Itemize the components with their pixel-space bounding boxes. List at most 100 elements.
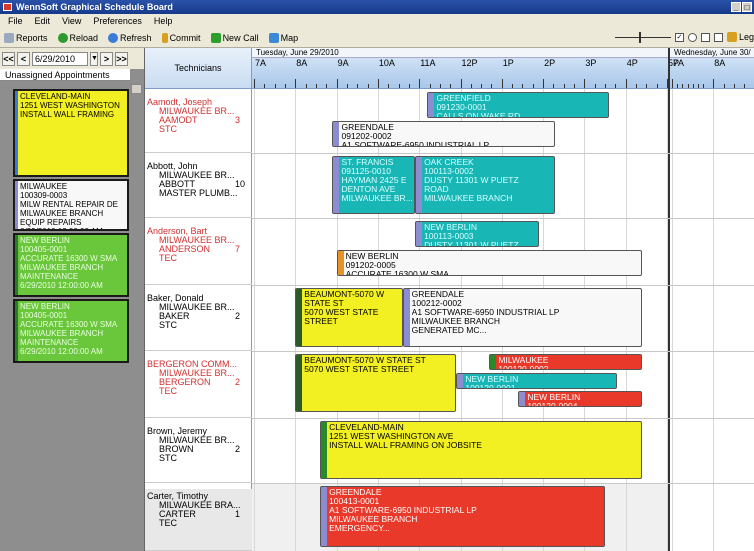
card-stripe xyxy=(15,301,18,361)
appointment-stripe xyxy=(416,157,423,213)
appointment-block[interactable]: GREENDALE 100212-0002 A1 SOFTWARE-6950 IND… xyxy=(402,288,643,347)
card-line: 6/29/2010 12:00:00 AM xyxy=(20,347,103,356)
hour-tick xyxy=(697,84,699,88)
appointment-block[interactable]: MILWAUKEE 100120-0002 xyxy=(489,354,643,370)
refresh-button[interactable]: Refresh xyxy=(108,32,152,43)
hour-label: 12P xyxy=(461,58,478,68)
menu-file[interactable]: File xyxy=(8,16,23,26)
refresh-icon xyxy=(108,32,119,43)
commit-button[interactable]: Commit xyxy=(161,32,201,43)
hour-tick xyxy=(295,79,297,88)
card-line: NEW BERLIN xyxy=(20,302,70,311)
zoom-slider[interactable] xyxy=(614,30,671,44)
appointment-line: 100113-0003 xyxy=(424,232,474,241)
reports-button[interactable]: Reports xyxy=(4,32,48,43)
appointment-line: BEAUMONT-5070 W STATE ST xyxy=(304,356,426,365)
hour-label: 7A xyxy=(255,58,267,68)
legend-button[interactable]: Leg xyxy=(726,32,754,42)
unassigned-card[interactable]: NEW BERLIN 100405-0001 ACCURATE 16300 W SM… xyxy=(13,299,129,363)
technician-cell[interactable]: Carter, Timothy MILWAUKEE BRA... CARTER TEC… xyxy=(145,489,252,551)
appointment-block[interactable]: BEAUMONT-5070 W STATE ST 5070 WEST STATE … xyxy=(295,354,457,412)
row-divider xyxy=(252,483,754,484)
appointment-line: 100120-0001 xyxy=(465,384,516,389)
hour-tick xyxy=(501,79,503,88)
appointment-block[interactable]: BEAUMONT-5070 W STATE ST 5070 WEST STATE ST… xyxy=(295,288,403,347)
technician-cell[interactable]: Baker, Donald MILWAUKEE BR... BAKER STC 2 xyxy=(145,291,252,351)
menu-preferences[interactable]: Preferences xyxy=(93,16,142,26)
map-label: Map xyxy=(280,32,299,43)
hour-tick xyxy=(470,84,472,88)
window-icon[interactable] xyxy=(713,32,723,42)
hour-tick xyxy=(677,84,679,88)
menu-edit[interactable]: Edit xyxy=(35,16,51,26)
first-button[interactable]: << xyxy=(2,51,15,66)
appointment-line: MILWAUKEE BRANCH xyxy=(411,317,500,326)
appointment-line: NEW BERLIN xyxy=(465,375,519,384)
appointment-stripe xyxy=(457,374,464,388)
hour-label: 3P xyxy=(585,58,597,68)
schedule-grid[interactable]: Tuesday, June 29/2010 Wednesday, June 30/… xyxy=(252,48,754,551)
technician-cell[interactable]: Abbott, John MILWAUKEE BR... ABBOTT MASTER … xyxy=(145,159,252,218)
hour-label: 10A xyxy=(378,58,395,68)
hour-tick xyxy=(336,79,338,88)
hour-tick xyxy=(419,79,421,88)
new-call-button[interactable]: New Call xyxy=(210,32,259,43)
checkbox-icon[interactable]: ✓ xyxy=(674,32,684,42)
card-line: MILWAUKEE BRANCH xyxy=(20,263,104,272)
appointment-line: 100212-0002 xyxy=(411,299,462,308)
radio-icon[interactable] xyxy=(687,32,697,42)
technician-cell[interactable]: BERGERON COMM... MILWAUKEE BR... BERGERON T… xyxy=(145,357,252,418)
hour-tick xyxy=(553,84,555,88)
last-button[interactable]: >> xyxy=(115,51,128,66)
dropdown-icon[interactable]: ▼ xyxy=(90,51,98,66)
technician-type: STC xyxy=(159,320,177,330)
hour-tick xyxy=(357,84,359,88)
zoom-slider-thumb[interactable] xyxy=(638,32,641,43)
card-line: 100309-0003 xyxy=(20,191,68,200)
appointment-block[interactable]: GREENDALE 091202-0002 A1 SOFTWARE-6950 IND… xyxy=(332,121,556,147)
unassigned-header: Unassigned Appointments xyxy=(0,69,130,81)
hour-label: 1P xyxy=(502,58,514,68)
appointment-block[interactable]: NEW BERLIN 091202-0005 ACCURATE 16300 W SM… xyxy=(336,250,643,276)
unassigned-card[interactable]: NEW BERLIN 100405-0001 ACCURATE 16300 W SM… xyxy=(13,233,129,297)
prev-button[interactable]: < xyxy=(17,51,30,66)
technician-cell[interactable]: Brown, Jeremy MILWAUKEE BR... BROWN STC 2 xyxy=(145,424,252,483)
hour-tick xyxy=(377,79,379,88)
appointment-block[interactable]: ST. FRANCIS 091125-0010 HAYMAN 2425 E DENTO… xyxy=(332,156,416,214)
appointment-block[interactable]: NEW BERLIN 100120-0001 xyxy=(456,373,618,389)
menu-help[interactable]: Help xyxy=(154,16,173,26)
maximize-button[interactable]: □ xyxy=(742,2,752,12)
appointment-line: CALLS ON WAKE RD xyxy=(436,112,521,118)
legend-label: Leg xyxy=(738,32,754,42)
appointment-stripe xyxy=(416,222,423,246)
appointment-block[interactable]: CLEVELAND-MAIN 1251 WEST WASHINGTON AVE IN… xyxy=(320,421,643,479)
technician-cell[interactable]: Anderson, Bart MILWAUKEE BR... ANDERSON TEC… xyxy=(145,224,252,285)
minimize-button[interactable]: _ xyxy=(731,2,741,12)
technician-cell[interactable]: Aamodt, Joseph MILWAUKEE BR... AAMODT STC 3 xyxy=(145,95,252,153)
unassigned-card[interactable]: MILWAUKEE 100309-0003 MILW RENTAL REPAIR D… xyxy=(13,179,129,231)
hour-label: 8A xyxy=(714,58,726,68)
app-icon xyxy=(3,3,12,11)
unassigned-card[interactable]: CLEVELAND-MAIN 1251 WEST WASHINGTON INSTAL… xyxy=(13,89,129,177)
hour-tick xyxy=(481,84,483,88)
grid-icon[interactable] xyxy=(700,32,710,42)
appointment-block[interactable]: NEW BERLIN 100120-0004 xyxy=(518,391,643,407)
appointment-block[interactable]: GREENFIELD 091230-0001 CALLS ON WAKE RD xyxy=(427,92,610,118)
appointment-line: 100120-0004 xyxy=(527,402,578,407)
map-button[interactable]: Map xyxy=(268,32,299,43)
reload-button[interactable]: Reload xyxy=(57,32,98,43)
hour-tick xyxy=(326,84,328,88)
appointment-block[interactable]: OAK CREEK 100113-0002 DUSTY 11301 W PUETZ R… xyxy=(415,156,556,214)
menu-view[interactable]: View xyxy=(62,16,81,26)
next-button[interactable]: > xyxy=(100,51,113,66)
scroll-up-button[interactable] xyxy=(131,84,142,94)
appointment-line: OAK CREEK xyxy=(424,158,474,167)
appointment-line: GREENFIELD xyxy=(436,94,491,103)
day-separator xyxy=(668,48,670,551)
appointment-block[interactable]: GREENDALE 100413-0001 A1 SOFTWARE-6950 IND… xyxy=(320,486,606,547)
date-field[interactable]: 6/29/2010 xyxy=(32,51,88,66)
appointment-block[interactable]: NEW BERLIN 100113-0003 DUSTY 11301 W PUETZ xyxy=(415,221,539,247)
hour-label: 4P xyxy=(626,58,638,68)
appointment-line: 091202-0002 xyxy=(341,132,392,141)
technicians-header: Technicians xyxy=(145,48,251,89)
